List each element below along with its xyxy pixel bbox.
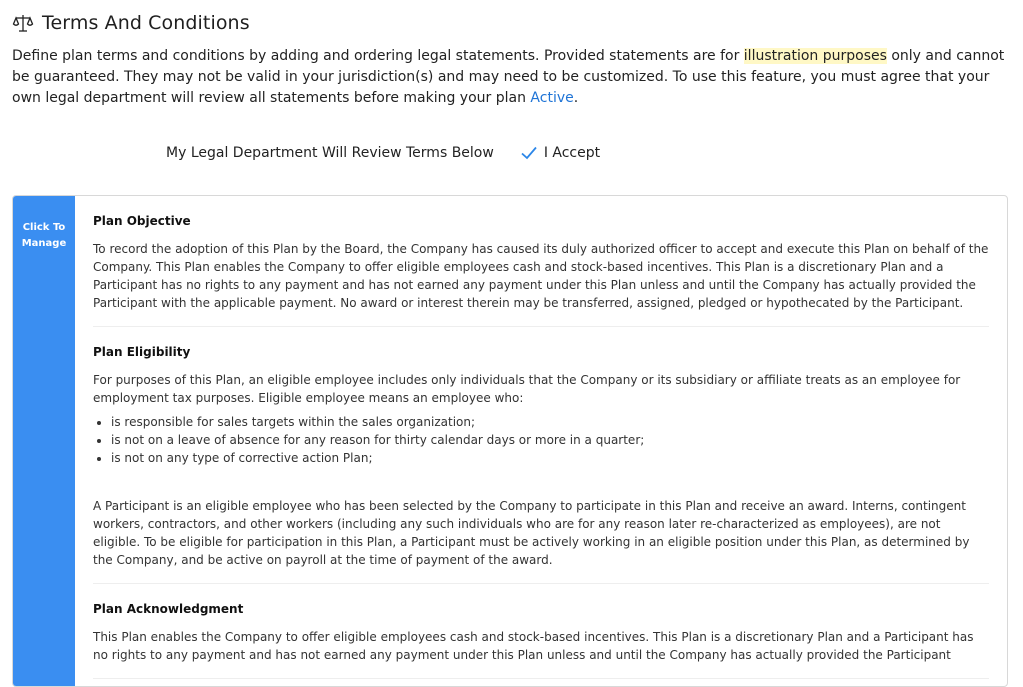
term-title: Plan Objective <box>93 214 191 228</box>
list-item: is responsible for sales targets within … <box>111 413 989 431</box>
term-section: Plan Eligibility For purposes of this Pl… <box>93 327 989 584</box>
term-section: Plan Objective To record the adoption of… <box>93 196 989 327</box>
term-title: Plan Eligibility <box>93 345 191 359</box>
intro-highlight: illustration purposes <box>743 48 887 64</box>
list-item: is not on any type of corrective action … <box>111 449 989 467</box>
term-title: Plan Acknowledgment <box>93 602 244 616</box>
intro-part1: Define plan terms and conditions by addi… <box>12 48 744 64</box>
term-text: For purposes of this Plan, an eligible e… <box>93 373 961 405</box>
list-item: is not on a leave of absence for any rea… <box>111 431 989 449</box>
term-text: To record the adoption of this Plan by t… <box>93 242 989 310</box>
eligibility-list: is responsible for sales targets within … <box>93 413 989 467</box>
accept-button-label: I Accept <box>543 145 601 161</box>
term-text: A Participant is an eligible employee wh… <box>93 499 970 567</box>
checkmark-icon <box>521 146 537 160</box>
page-header: Terms And Conditions <box>12 12 250 34</box>
terms-panel: Click To Manage Plan Objective To record… <box>12 195 1008 687</box>
accept-label: My Legal Department Will Review Terms Be… <box>166 145 494 161</box>
scales-icon <box>12 12 34 34</box>
intro-part3: . <box>573 90 579 106</box>
terms-list: Plan Objective To record the adoption of… <box>75 196 1007 686</box>
term-section: Plan Acknowledgment This Plan enables th… <box>93 584 989 679</box>
intro-text: Define plan terms and conditions by addi… <box>12 46 1012 109</box>
accept-row: My Legal Department Will Review Terms Be… <box>166 144 600 162</box>
page-title: Terms And Conditions <box>42 12 250 34</box>
accept-button[interactable]: I Accept <box>520 144 600 162</box>
active-link[interactable]: Active <box>530 90 573 106</box>
click-to-manage-button[interactable]: Click To Manage <box>13 196 75 686</box>
term-text: This Plan enables the Company to offer e… <box>93 630 974 662</box>
